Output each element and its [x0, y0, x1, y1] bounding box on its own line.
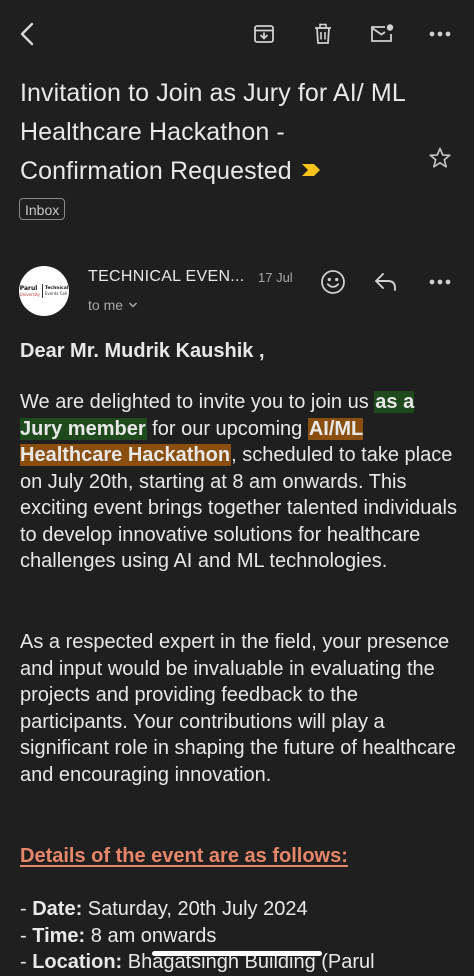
more-horizontal-icon	[429, 279, 451, 285]
delete-button[interactable]	[305, 16, 341, 52]
sender-avatar[interactable]: Parul University Technical Events Cell	[19, 266, 69, 316]
recipient-text: to me	[88, 297, 124, 313]
greeting: Dear Mr. Mudrik Kaushik ,	[20, 340, 265, 362]
recipient-details-toggle[interactable]: to me	[88, 297, 138, 313]
more-options-button[interactable]	[422, 16, 458, 52]
more-horizontal-icon	[429, 31, 451, 37]
top-toolbar	[0, 0, 474, 70]
message-more-button[interactable]	[422, 264, 458, 300]
detail-time: - Time: 8 am onwards	[20, 924, 217, 947]
email-subject: Invitation to Join as Jury for AI/ ML He…	[20, 74, 415, 192]
reply-button[interactable]	[368, 264, 404, 300]
emoji-icon	[321, 270, 345, 294]
reply-icon	[375, 273, 396, 291]
inbox-label-chip[interactable]: Inbox	[19, 198, 66, 220]
trash-icon	[315, 23, 331, 44]
subject-text: Invitation to Join as Jury for AI/ ML He…	[20, 79, 405, 185]
university-logo: Parul University Technical Events Cell	[19, 284, 69, 298]
star-icon	[429, 147, 451, 168]
archive-icon	[254, 25, 274, 43]
event-details-list: - Date: Saturday, 20th July 2024 - Time:…	[20, 896, 460, 976]
details-heading: Details of the event are as follows:	[20, 845, 348, 867]
importance-marker	[300, 151, 322, 190]
mark-unread-button[interactable]	[364, 16, 400, 52]
importance-marker-icon	[301, 163, 320, 176]
chevron-left-icon	[20, 22, 34, 46]
body-paragraph-1: We are delighted to invite you to join u…	[20, 391, 457, 572]
chevron-down-icon	[128, 302, 138, 308]
sender-name[interactable]: TECHNICAL EVEN...	[88, 268, 245, 286]
archive-button[interactable]	[246, 16, 282, 52]
detail-date: - Date: Saturday, 20th July 2024	[20, 898, 308, 920]
mail-unread-icon	[371, 24, 394, 42]
email-date: 17 Jul	[258, 270, 293, 285]
body-paragraph-2: As a respected expert in the field, your…	[20, 631, 456, 786]
star-button[interactable]	[424, 142, 456, 174]
home-indicator[interactable]	[152, 951, 322, 956]
add-reaction-button[interactable]	[315, 264, 351, 300]
back-button[interactable]	[10, 16, 46, 52]
